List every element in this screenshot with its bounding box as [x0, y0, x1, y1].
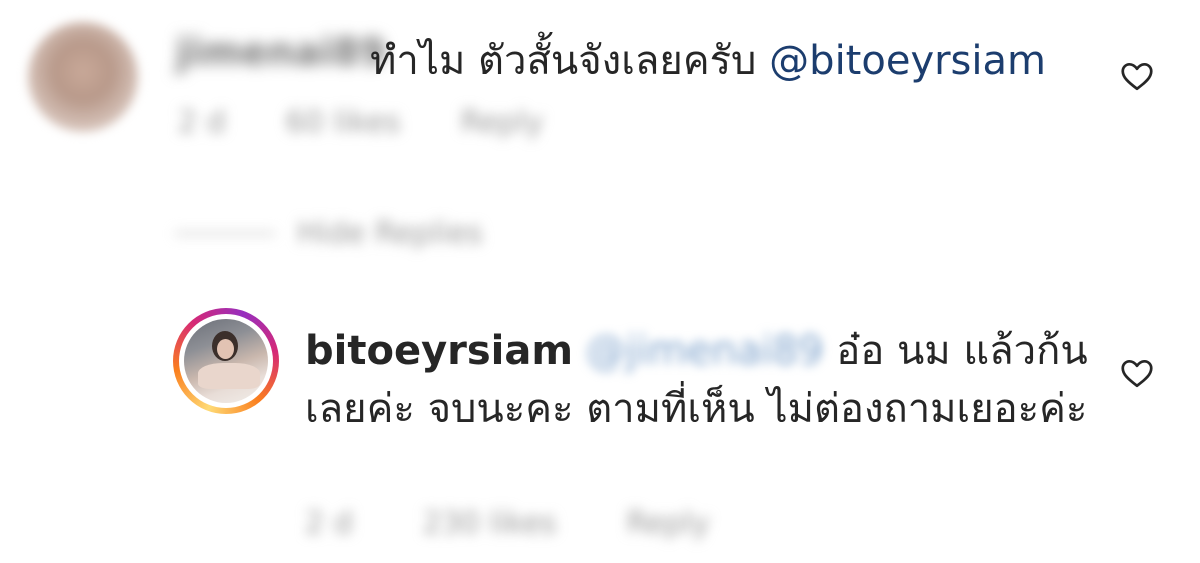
- reply-button[interactable]: Reply: [460, 105, 543, 140]
- hide-replies-label: Hide Replies: [297, 216, 483, 251]
- mention-link[interactable]: @bitoeyrsiam: [769, 38, 1046, 84]
- comment-body: ทำไม ตัวสั้นจังเลยครับ: [370, 38, 770, 84]
- heart-icon[interactable]: [1119, 58, 1155, 94]
- heart-icon[interactable]: [1119, 355, 1155, 391]
- likes-count[interactable]: 230 likes: [423, 506, 557, 541]
- comment-username[interactable]: bitoeyrsiam: [305, 328, 573, 374]
- reply-button[interactable]: Reply: [627, 506, 710, 541]
- avatar-story-ring[interactable]: [173, 308, 279, 414]
- avatar-border: [179, 314, 273, 408]
- comment-meta: 2 d 230 likes Reply: [305, 506, 710, 541]
- comment-username-blurred[interactable]: jimenai89: [176, 30, 386, 74]
- comment-meta: 2 d 60 likes Reply: [178, 105, 544, 140]
- likes-count[interactable]: 60 likes: [286, 105, 401, 140]
- comment-time: 2 d: [305, 506, 353, 541]
- comment-time: 2 d: [178, 105, 226, 140]
- mention-link-blurred[interactable]: @jimenai89: [586, 328, 824, 374]
- hide-replies-toggle[interactable]: Hide Replies: [175, 216, 483, 251]
- divider: [175, 232, 275, 235]
- avatar: [184, 319, 268, 403]
- comment-text: ทำไม ตัวสั้นจังเลยครับ @bitoeyrsiam: [370, 28, 1046, 92]
- comment-text: bitoeyrsiam @jimenai89 อ๋อ นม แล้วก้นเลย…: [305, 322, 1105, 438]
- avatar[interactable]: [28, 22, 138, 132]
